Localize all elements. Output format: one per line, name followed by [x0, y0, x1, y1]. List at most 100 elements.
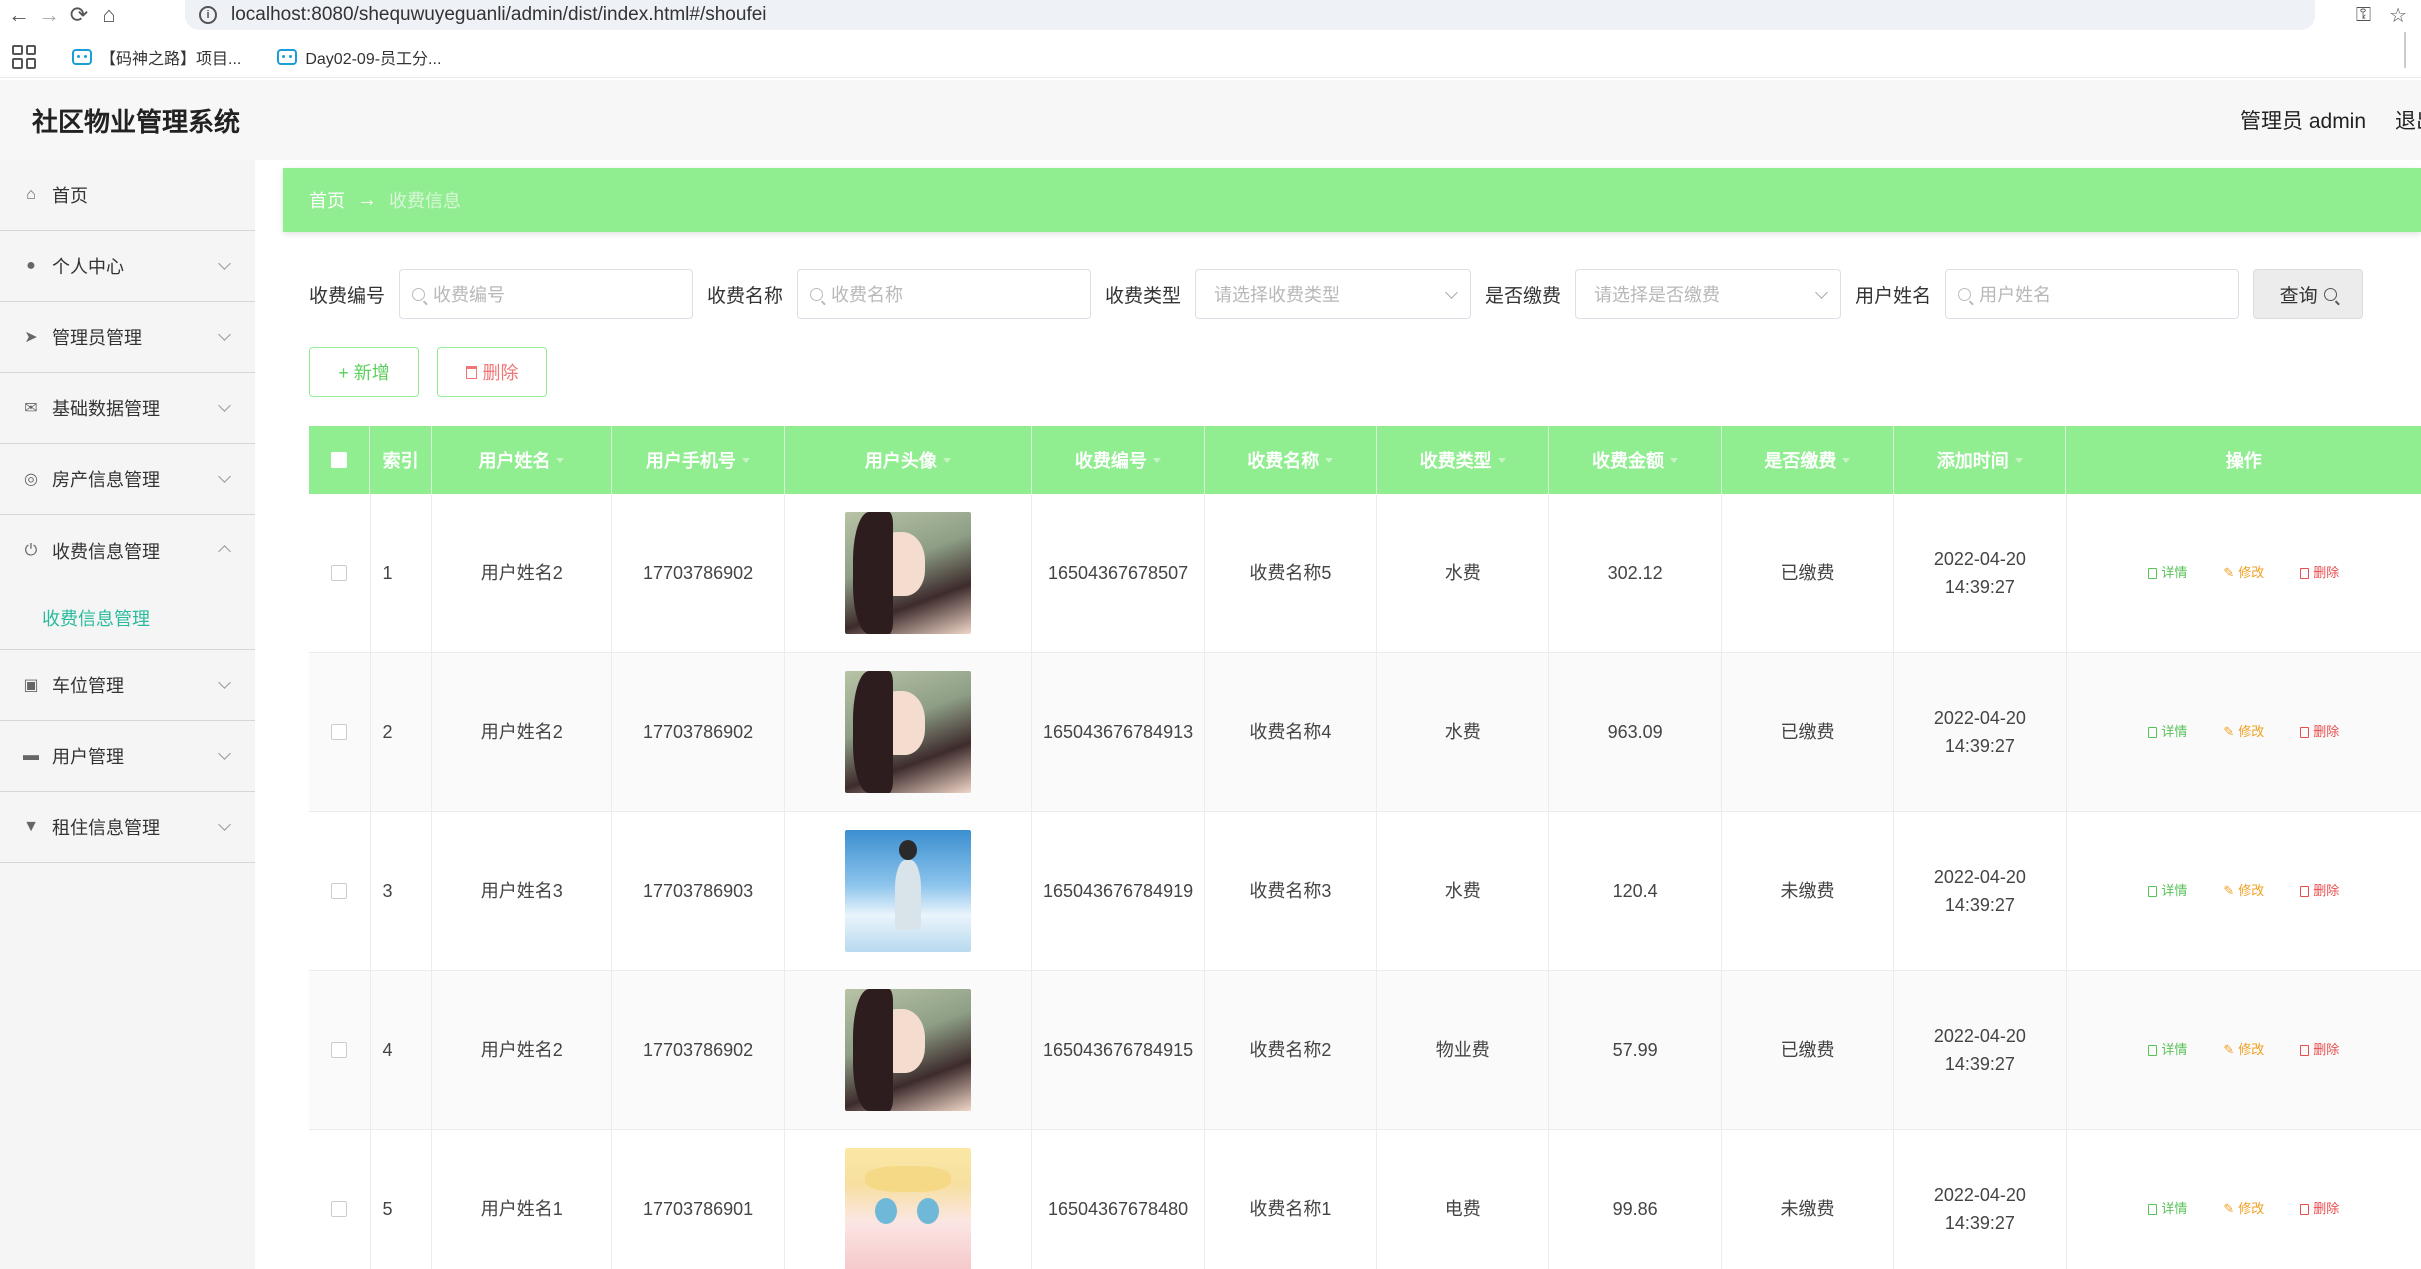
amount-cell: 963.09: [1549, 653, 1722, 811]
doc-icon: [2148, 726, 2158, 738]
phone-cell: 17703786901: [612, 1130, 785, 1269]
row-actions: 详情 ✎ 修改 删除: [2148, 877, 2339, 905]
row-checkbox[interactable]: [331, 1042, 348, 1058]
row-checkbox[interactable]: [331, 724, 348, 740]
reload-icon[interactable]: ⟳: [64, 0, 94, 30]
bilibili-icon: [277, 48, 298, 65]
bookmark-star-icon[interactable]: ☆: [2389, 3, 2407, 28]
key-icon[interactable]: ⚿: [2356, 4, 2371, 27]
sidebar-item-rental[interactable]: ▼ 租住信息管理: [0, 792, 255, 863]
user-name-cell: 用户姓名1: [432, 1130, 613, 1269]
apps-grid-icon[interactable]: [12, 44, 36, 69]
column-header[interactable]: 用户姓名: [432, 426, 613, 494]
amount-cell: 99.86: [1549, 1130, 1722, 1269]
fee-type-cell: 水费: [1377, 653, 1550, 811]
trash-icon: [2300, 1203, 2310, 1215]
edit-button[interactable]: ✎ 修改: [2223, 718, 2264, 746]
bookmark-item[interactable]: 【码神之路】项目...: [72, 45, 241, 69]
pencil-icon: ✎: [2223, 883, 2235, 898]
column-header[interactable]: 添加时间: [1894, 426, 2067, 494]
remove-button[interactable]: 删除: [2300, 877, 2339, 905]
ops-cell: 详情 ✎ 修改 删除: [2067, 653, 2421, 811]
remove-button[interactable]: 删除: [2300, 1195, 2339, 1223]
edit-button[interactable]: ✎ 修改: [2223, 559, 2264, 587]
remove-button[interactable]: 删除: [2300, 1036, 2339, 1064]
table-header: 索引 用户姓名 用户手机号 用户头像 收费编号 收费名称 收费类型 收费金额 是…: [309, 426, 2421, 494]
breadcrumb-home[interactable]: 首页: [309, 187, 345, 213]
sidebar-item-admin[interactable]: ➤ 管理员管理: [0, 302, 255, 373]
site-info-icon[interactable]: i: [199, 6, 217, 24]
sidebar-item-fees[interactable]: ⏻ 收费信息管理: [0, 515, 255, 586]
sidebar-item-parking[interactable]: ▣ 车位管理: [0, 650, 255, 721]
detail-button[interactable]: 详情: [2148, 718, 2187, 746]
row-checkbox[interactable]: [331, 883, 348, 899]
column-header[interactable]: 是否缴费: [1722, 426, 1895, 494]
sidebar-item-profile[interactable]: ● 个人中心: [0, 231, 255, 302]
remove-button[interactable]: 删除: [2300, 718, 2339, 746]
column-header[interactable]: 收费金额: [1549, 426, 1722, 494]
edit-button[interactable]: ✎ 修改: [2223, 1195, 2264, 1223]
fee-name-cell: 收费名称2: [1205, 971, 1378, 1129]
user-name-input[interactable]: 用户姓名: [1945, 269, 2240, 319]
column-header[interactable]: 收费名称: [1205, 426, 1377, 494]
column-header[interactable]: 收费编号: [1032, 426, 1205, 494]
delete-button[interactable]: 删除: [437, 347, 547, 397]
user-avatar: [845, 1148, 972, 1269]
pencil-icon: ✎: [2223, 1042, 2235, 1057]
fee-type-cell: 电费: [1377, 1130, 1550, 1269]
admin-label: 管理员 admin: [2240, 110, 2367, 133]
fee-name-input[interactable]: 收费名称: [797, 269, 1092, 319]
sort-icon: [942, 457, 951, 463]
printer-icon: ▬: [23, 747, 39, 764]
table-row: 4 用户姓名2 17703786902 165043676784915 收费名称2 物业费…: [309, 971, 2421, 1130]
detail-button[interactable]: 详情: [2148, 1036, 2187, 1064]
sidebar-subitem-fees[interactable]: 收费信息管理: [0, 586, 255, 650]
doc-icon: [2148, 1044, 2158, 1056]
forward-icon[interactable]: →: [34, 0, 64, 30]
index-cell: 4: [371, 971, 433, 1129]
column-header[interactable]: 收费类型: [1377, 426, 1550, 494]
sidebar-item-label: 管理员管理: [52, 328, 142, 348]
fee-no-input[interactable]: 收费编号: [399, 269, 694, 319]
search-icon: [412, 287, 426, 301]
select-all-checkbox[interactable]: [331, 452, 348, 468]
fee-type-label: 收费类型: [1105, 285, 1182, 307]
detail-button[interactable]: 详情: [2148, 877, 2187, 905]
add-button[interactable]: + 新增: [309, 347, 419, 397]
remove-button[interactable]: 删除: [2300, 559, 2339, 587]
column-header[interactable]: 用户头像: [785, 426, 1033, 494]
sidebar-item-home[interactable]: ⌂ 首页: [0, 160, 255, 231]
logout-button[interactable]: 退出: [2395, 105, 2421, 135]
fee-type-select[interactable]: 请选择收费类型: [1195, 269, 1472, 319]
table-row: 1 用户姓名2 17703786902 16504367678507 收费名称5 水费 30…: [309, 494, 2421, 653]
avatar-cell: [785, 971, 1033, 1129]
ops-cell: 详情 ✎ 修改 删除: [2067, 1130, 2421, 1269]
home-browser-icon[interactable]: ⌂: [94, 0, 124, 30]
address-bar[interactable]: i localhost:8080/shequwuyeguanli/admin/d…: [185, 0, 2315, 30]
row-checkbox[interactable]: [331, 565, 348, 581]
edit-button[interactable]: ✎ 修改: [2223, 877, 2264, 905]
bookmark-item[interactable]: Day02-09-员工分...: [277, 45, 441, 69]
avatar-cell: [785, 812, 1033, 970]
row-checkbox[interactable]: [331, 1201, 348, 1217]
sidebar-item-basedata[interactable]: ✉ 基础数据管理: [0, 373, 255, 444]
column-header[interactable]: 用户手机号: [612, 426, 785, 494]
sidebar-item-users[interactable]: ▬ 用户管理: [0, 721, 255, 792]
detail-button[interactable]: 详情: [2148, 559, 2187, 587]
fees-table: 索引 用户姓名 用户手机号 用户头像 收费编号 收费名称 收费类型 收费金额 是…: [309, 426, 2421, 1269]
back-icon[interactable]: ←: [4, 0, 34, 30]
fee-type-cell: 水费: [1377, 494, 1550, 652]
time-cell: 2022-04-20 14:39:27: [1894, 1130, 2067, 1269]
home-icon: ⌂: [26, 186, 36, 203]
query-button[interactable]: 查询: [2253, 269, 2364, 319]
paid-select[interactable]: 请选择是否缴费: [1575, 269, 1842, 319]
fee-name-cell: 收费名称1: [1205, 1130, 1378, 1269]
sort-icon: [1325, 457, 1334, 463]
sidebar-item-label: 用户管理: [52, 747, 124, 767]
detail-button[interactable]: 详情: [2148, 1195, 2187, 1223]
paid-cell: 未缴费: [1722, 1130, 1895, 1269]
sort-icon: [556, 457, 565, 463]
paid-cell: 已缴费: [1722, 971, 1895, 1129]
edit-button[interactable]: ✎ 修改: [2223, 1036, 2264, 1064]
sidebar-item-property[interactable]: ◎ 房产信息管理: [0, 444, 255, 515]
